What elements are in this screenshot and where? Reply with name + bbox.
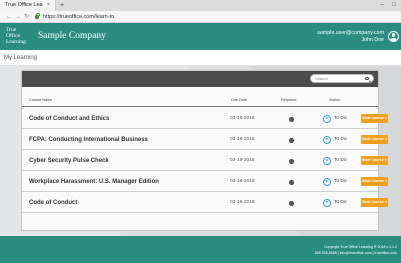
course-name[interactable]: Workplace Harassment: U.S. Manager Editi…: [29, 178, 159, 186]
due-date: 03-19-2018: [230, 179, 255, 184]
user-email[interactable]: sample.user@company.com: [317, 30, 384, 36]
table-row: Workplace Harassment: U.S. Manager Editi…: [22, 172, 388, 192]
main-content: Course Name Due Date Required Status Cod…: [0, 66, 401, 236]
status-text: To Do: [334, 137, 347, 142]
page-title: My Learning: [4, 55, 38, 61]
table-row: Cyber Security Pulse Check 03-19-2018 To…: [22, 151, 388, 171]
due-date: 03-19-2018: [230, 137, 255, 142]
column-header-required[interactable]: Required: [281, 97, 296, 103]
footer-copyright: Copyright True Office Learning ® 2018 v.…: [323, 245, 397, 249]
page-title-bar: My Learning: [0, 50, 401, 66]
status-text: To Do: [334, 200, 347, 205]
course-name[interactable]: Code of Conduct: [29, 199, 77, 207]
browser-tab[interactable]: True Office Lea ×: [0, 0, 56, 11]
maximize-button[interactable]: □: [392, 0, 396, 10]
app-footer: Copyright True Office Learning ® 2018 v.…: [0, 236, 401, 263]
play-circle-icon: [323, 135, 331, 144]
footer-contact[interactable]: 855.326.8686 | info@trueoffice.com | tru…: [315, 251, 397, 256]
table-header: Course Name Due Date Required Status: [22, 95, 378, 107]
table-row: Code of Conduct and Ethics 03-19-2018 To…: [22, 109, 388, 129]
play-circle-icon: [323, 177, 331, 186]
table-row: FCPA: Conducting International Business …: [22, 130, 388, 150]
start-course-button[interactable]: Start Course >: [361, 198, 388, 207]
status-text: To Do: [334, 158, 347, 163]
required-dot-icon: [289, 117, 294, 122]
url-field[interactable]: https://trueoffice.com/learn-to: [43, 11, 114, 23]
course-name[interactable]: FCPA: Conducting International Business: [29, 136, 148, 144]
browser-address-bar: ← → ↻ https://trueoffice.com/learn-to: [0, 11, 401, 23]
close-icon[interactable]: ×: [47, 0, 50, 11]
search-icon[interactable]: [365, 76, 369, 81]
user-name[interactable]: John Doe: [361, 37, 384, 43]
column-header-course-name[interactable]: Course Name: [29, 97, 52, 103]
column-header-status[interactable]: Status: [329, 97, 340, 103]
company-name: Sample Company: [38, 31, 106, 41]
minimize-button[interactable]: –: [381, 0, 384, 10]
browser-tab-bar: True Office Lea × + – □: [0, 0, 401, 11]
due-date: 03-19-2018: [230, 158, 255, 163]
arrow-left-icon[interactable]: ←: [6, 11, 12, 23]
play-circle-icon: [323, 114, 331, 123]
reload-icon[interactable]: ↻: [24, 11, 29, 23]
start-course-button[interactable]: Start Course >: [361, 114, 388, 123]
card-toolbar: [22, 71, 378, 87]
start-course-button[interactable]: Start Course >: [361, 156, 388, 165]
new-tab-button[interactable]: +: [60, 0, 64, 11]
play-circle-icon: [323, 198, 331, 207]
due-date: 03-19-2018: [230, 116, 255, 121]
required-dot-icon: [289, 180, 294, 185]
user-avatar-icon[interactable]: [388, 31, 399, 42]
required-dot-icon: [289, 159, 294, 164]
search-input[interactable]: [315, 75, 361, 82]
status-text: To Do: [334, 179, 347, 184]
required-dot-icon: [289, 201, 294, 206]
course-name[interactable]: Code of Conduct and Ethics: [29, 115, 109, 123]
start-course-button[interactable]: Start Course >: [361, 135, 388, 144]
search-box: [310, 74, 374, 83]
due-date: 03-19-2018: [230, 200, 255, 205]
play-circle-icon: [323, 156, 331, 165]
company-logo[interactable]: True Office Learning: [6, 27, 26, 45]
status-text: To Do: [334, 116, 347, 121]
column-header-due-date[interactable]: Due Date: [231, 97, 247, 103]
start-course-button[interactable]: Start Course >: [361, 177, 388, 186]
app-header: True Office Learning Sample Company samp…: [0, 23, 401, 50]
required-dot-icon: [289, 138, 294, 143]
lock-icon: [35, 13, 41, 19]
logo-line-3: Learning: [6, 38, 26, 45]
arrow-right-icon[interactable]: →: [15, 11, 21, 23]
tab-title: True Office Lea: [5, 2, 43, 8]
course-name[interactable]: Cyber Security Pulse Check: [29, 157, 109, 165]
table-row: Code of Conduct 03-19-2018 To Do Start C…: [22, 193, 388, 213]
courses-card: Course Name Due Date Required Status Cod…: [21, 70, 388, 231]
